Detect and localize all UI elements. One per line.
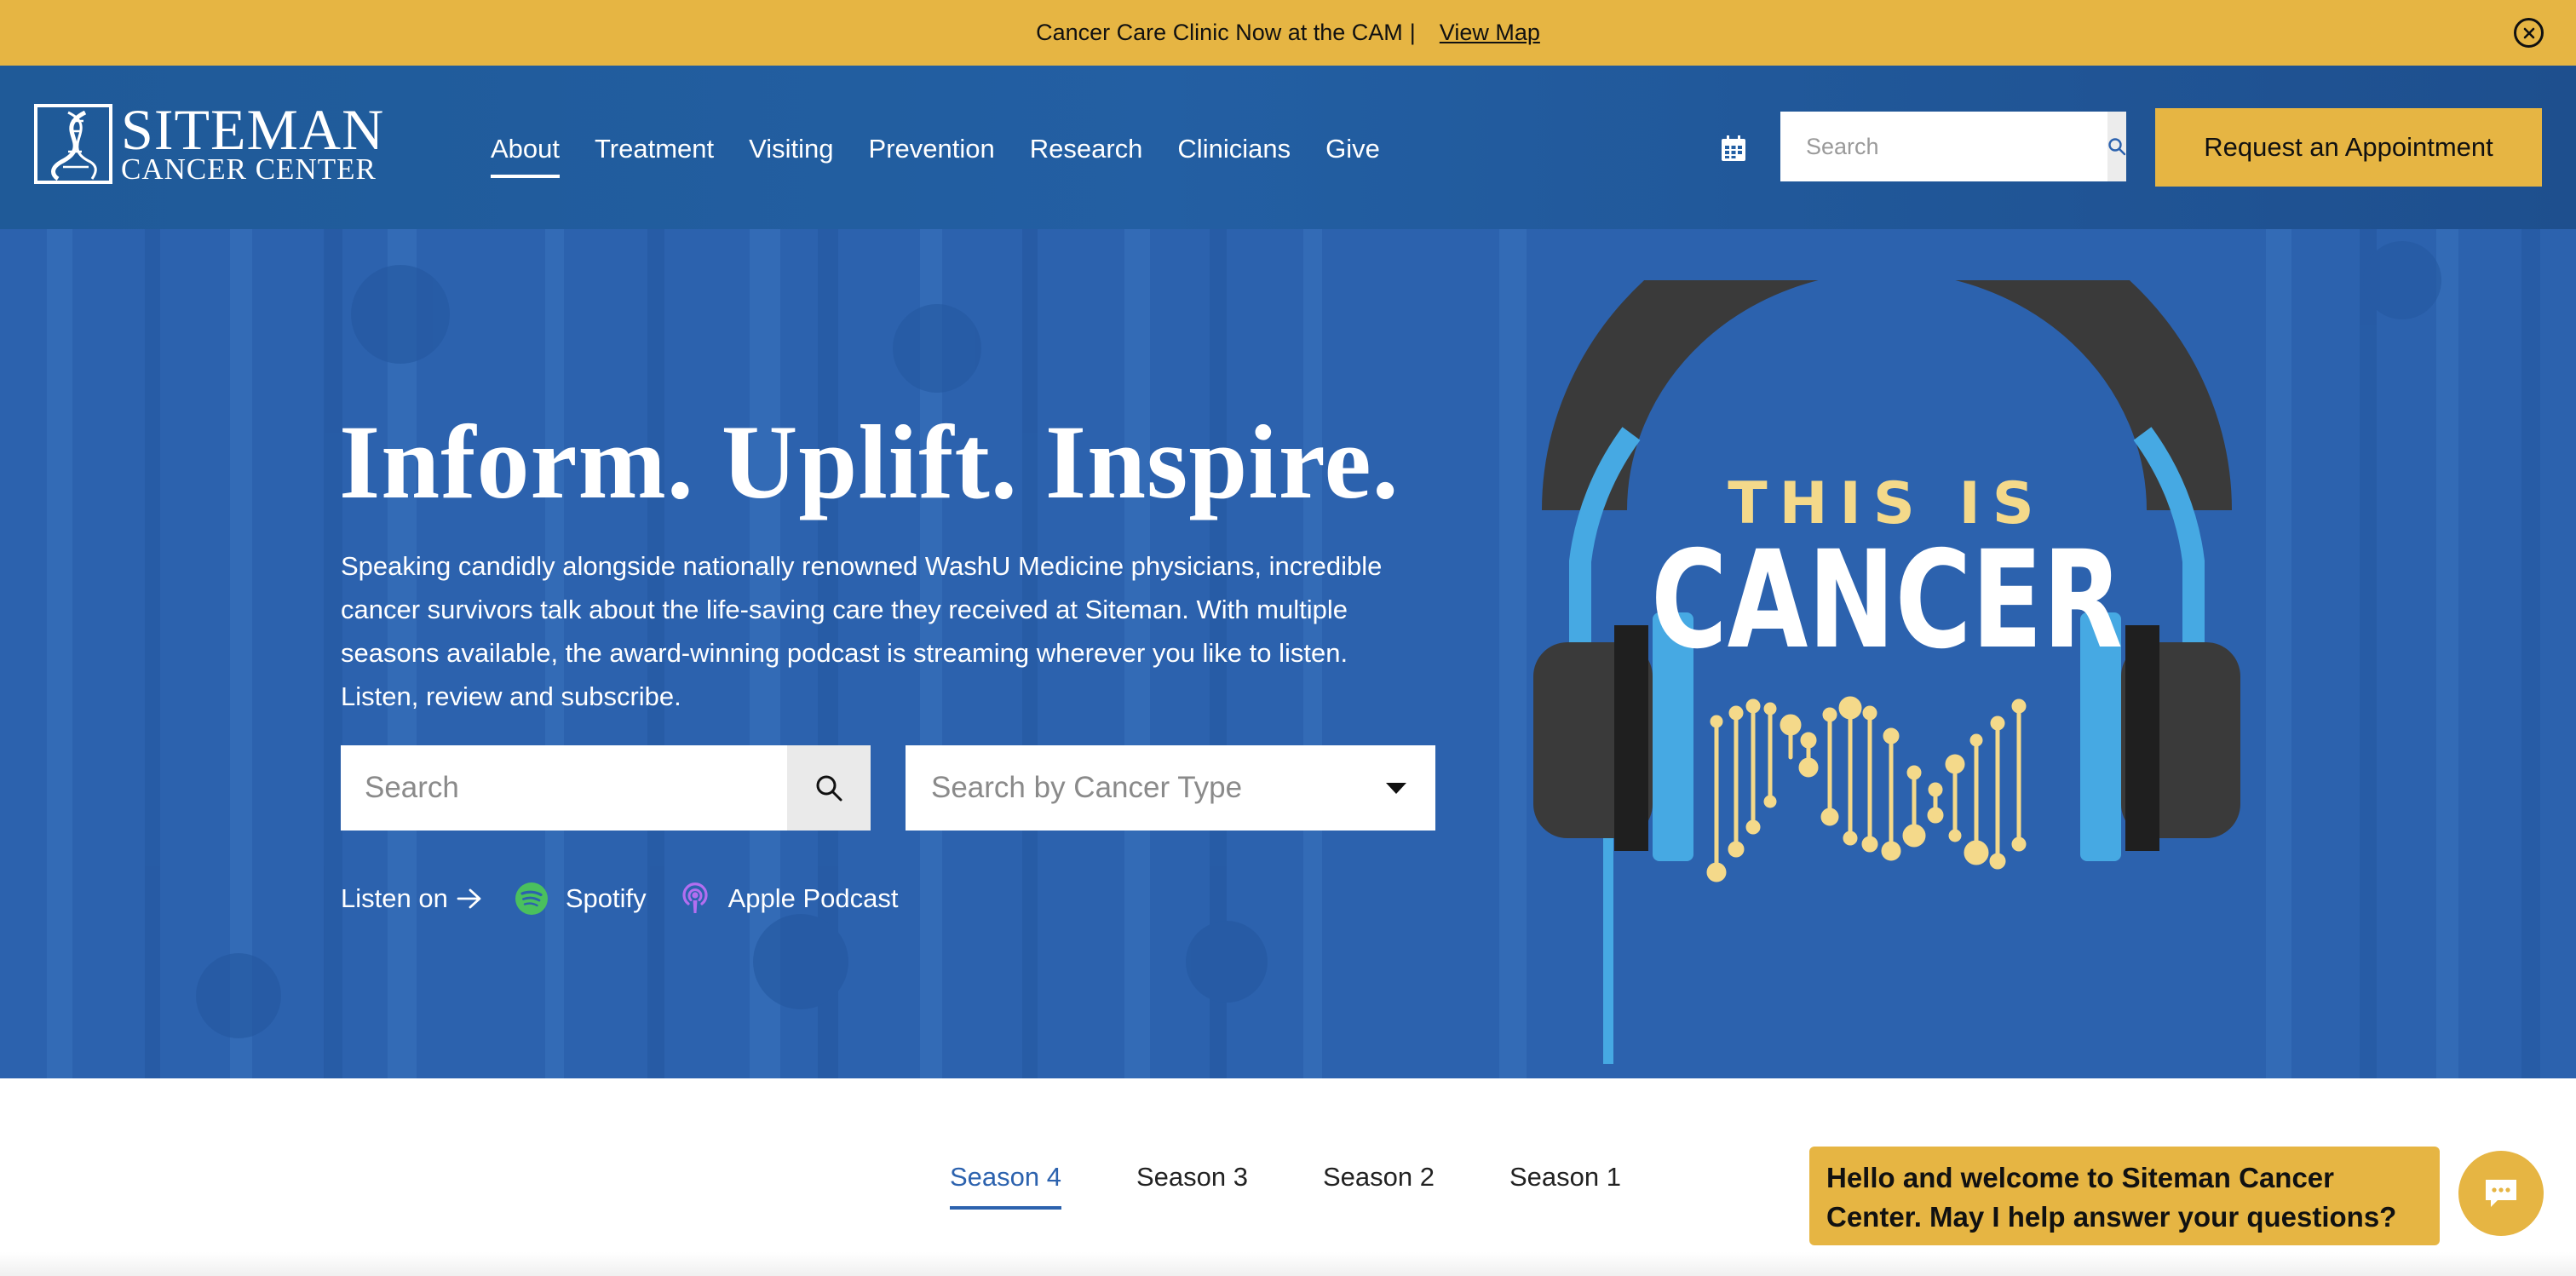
this-is-cancer-podcast-art: THIS IS CANCER: [1533, 280, 2240, 1064]
spotify-label: Spotify: [565, 883, 647, 913]
nav-give[interactable]: Give: [1325, 132, 1380, 166]
episode-search-input[interactable]: [341, 745, 787, 831]
close-icon[interactable]: [2514, 18, 2544, 48]
tab-season-4[interactable]: Season 4: [950, 1162, 1061, 1210]
nav-prevention[interactable]: Prevention: [869, 132, 995, 166]
podcast-art-line2: CANCER: [1651, 521, 2123, 678]
episode-search-button[interactable]: [787, 745, 871, 831]
listen-on-label: Listen on: [341, 883, 448, 913]
calendar-icon[interactable]: [1719, 134, 1748, 163]
arrow-right-icon: [457, 888, 481, 909]
banner-text: Cancer Care Clinic Now at the CAM: [1036, 20, 1403, 45]
nav-about[interactable]: About: [491, 132, 561, 178]
header-search-input[interactable]: [1780, 112, 2107, 181]
nav-research[interactable]: Research: [1030, 132, 1143, 166]
apple-podcast-label: Apple Podcast: [727, 883, 899, 913]
spotify-link[interactable]: Spotify: [515, 882, 647, 916]
chevron-down-icon: [1386, 783, 1406, 794]
announcement-banner: Cancer Care Clinic Now at the CAM | View…: [0, 0, 2576, 66]
tab-season-2[interactable]: Season 2: [1323, 1162, 1435, 1193]
banner-separator: |: [1409, 20, 1416, 45]
view-map-link[interactable]: View Map: [1440, 20, 1540, 46]
episode-search: [341, 745, 871, 831]
dna-icon: [34, 104, 112, 184]
logo-subtitle: CANCER CENTER: [121, 152, 377, 186]
cancer-type-select[interactable]: Search by Cancer Type: [906, 745, 1435, 831]
cancer-type-placeholder: Search by Cancer Type: [931, 771, 1243, 804]
listen-on-row: Listen on Spotify Apple Podcast: [341, 881, 899, 917]
search-icon: [2108, 138, 2126, 156]
chat-welcome-message[interactable]: Hello and welcome to Siteman Cancer Cent…: [1809, 1147, 2440, 1245]
request-appointment-button[interactable]: Request an Appointment: [2155, 108, 2542, 187]
site-header: SITEMAN CANCER CENTER About Treatment Vi…: [0, 66, 2576, 229]
chat-button[interactable]: [2458, 1151, 2544, 1236]
hero-title: Inform. Uplift. Inspire.: [339, 404, 1400, 520]
search-icon: [816, 775, 842, 802]
main-nav: About Treatment Visiting Prevention Rese…: [491, 132, 1415, 178]
spotify-icon: [515, 882, 548, 915]
header-search-button[interactable]: [2107, 112, 2126, 181]
siteman-logo[interactable]: SITEMAN CANCER CENTER: [34, 97, 385, 186]
tab-season-3[interactable]: Season 3: [1136, 1162, 1248, 1193]
nav-treatment[interactable]: Treatment: [595, 132, 714, 166]
logo-title: SITEMAN: [121, 97, 385, 162]
podcast-hero: Inform. Uplift. Inspire. Speaking candid…: [0, 229, 2576, 1078]
chat-icon: [2486, 1180, 2516, 1207]
hero-description: Speaking candidly alongside nationally r…: [341, 551, 1383, 711]
tab-season-1[interactable]: Season 1: [1509, 1162, 1621, 1193]
content-divider: [0, 1252, 2576, 1276]
apple-podcast-link[interactable]: Apple Podcast: [679, 881, 899, 917]
header-search: [1780, 112, 2126, 181]
nav-clinicians[interactable]: Clinicians: [1177, 132, 1291, 166]
nav-visiting[interactable]: Visiting: [749, 132, 833, 166]
apple-podcast-icon: [682, 882, 708, 913]
season-tabs: Season 4 Season 3 Season 2 Season 1: [950, 1162, 1696, 1210]
